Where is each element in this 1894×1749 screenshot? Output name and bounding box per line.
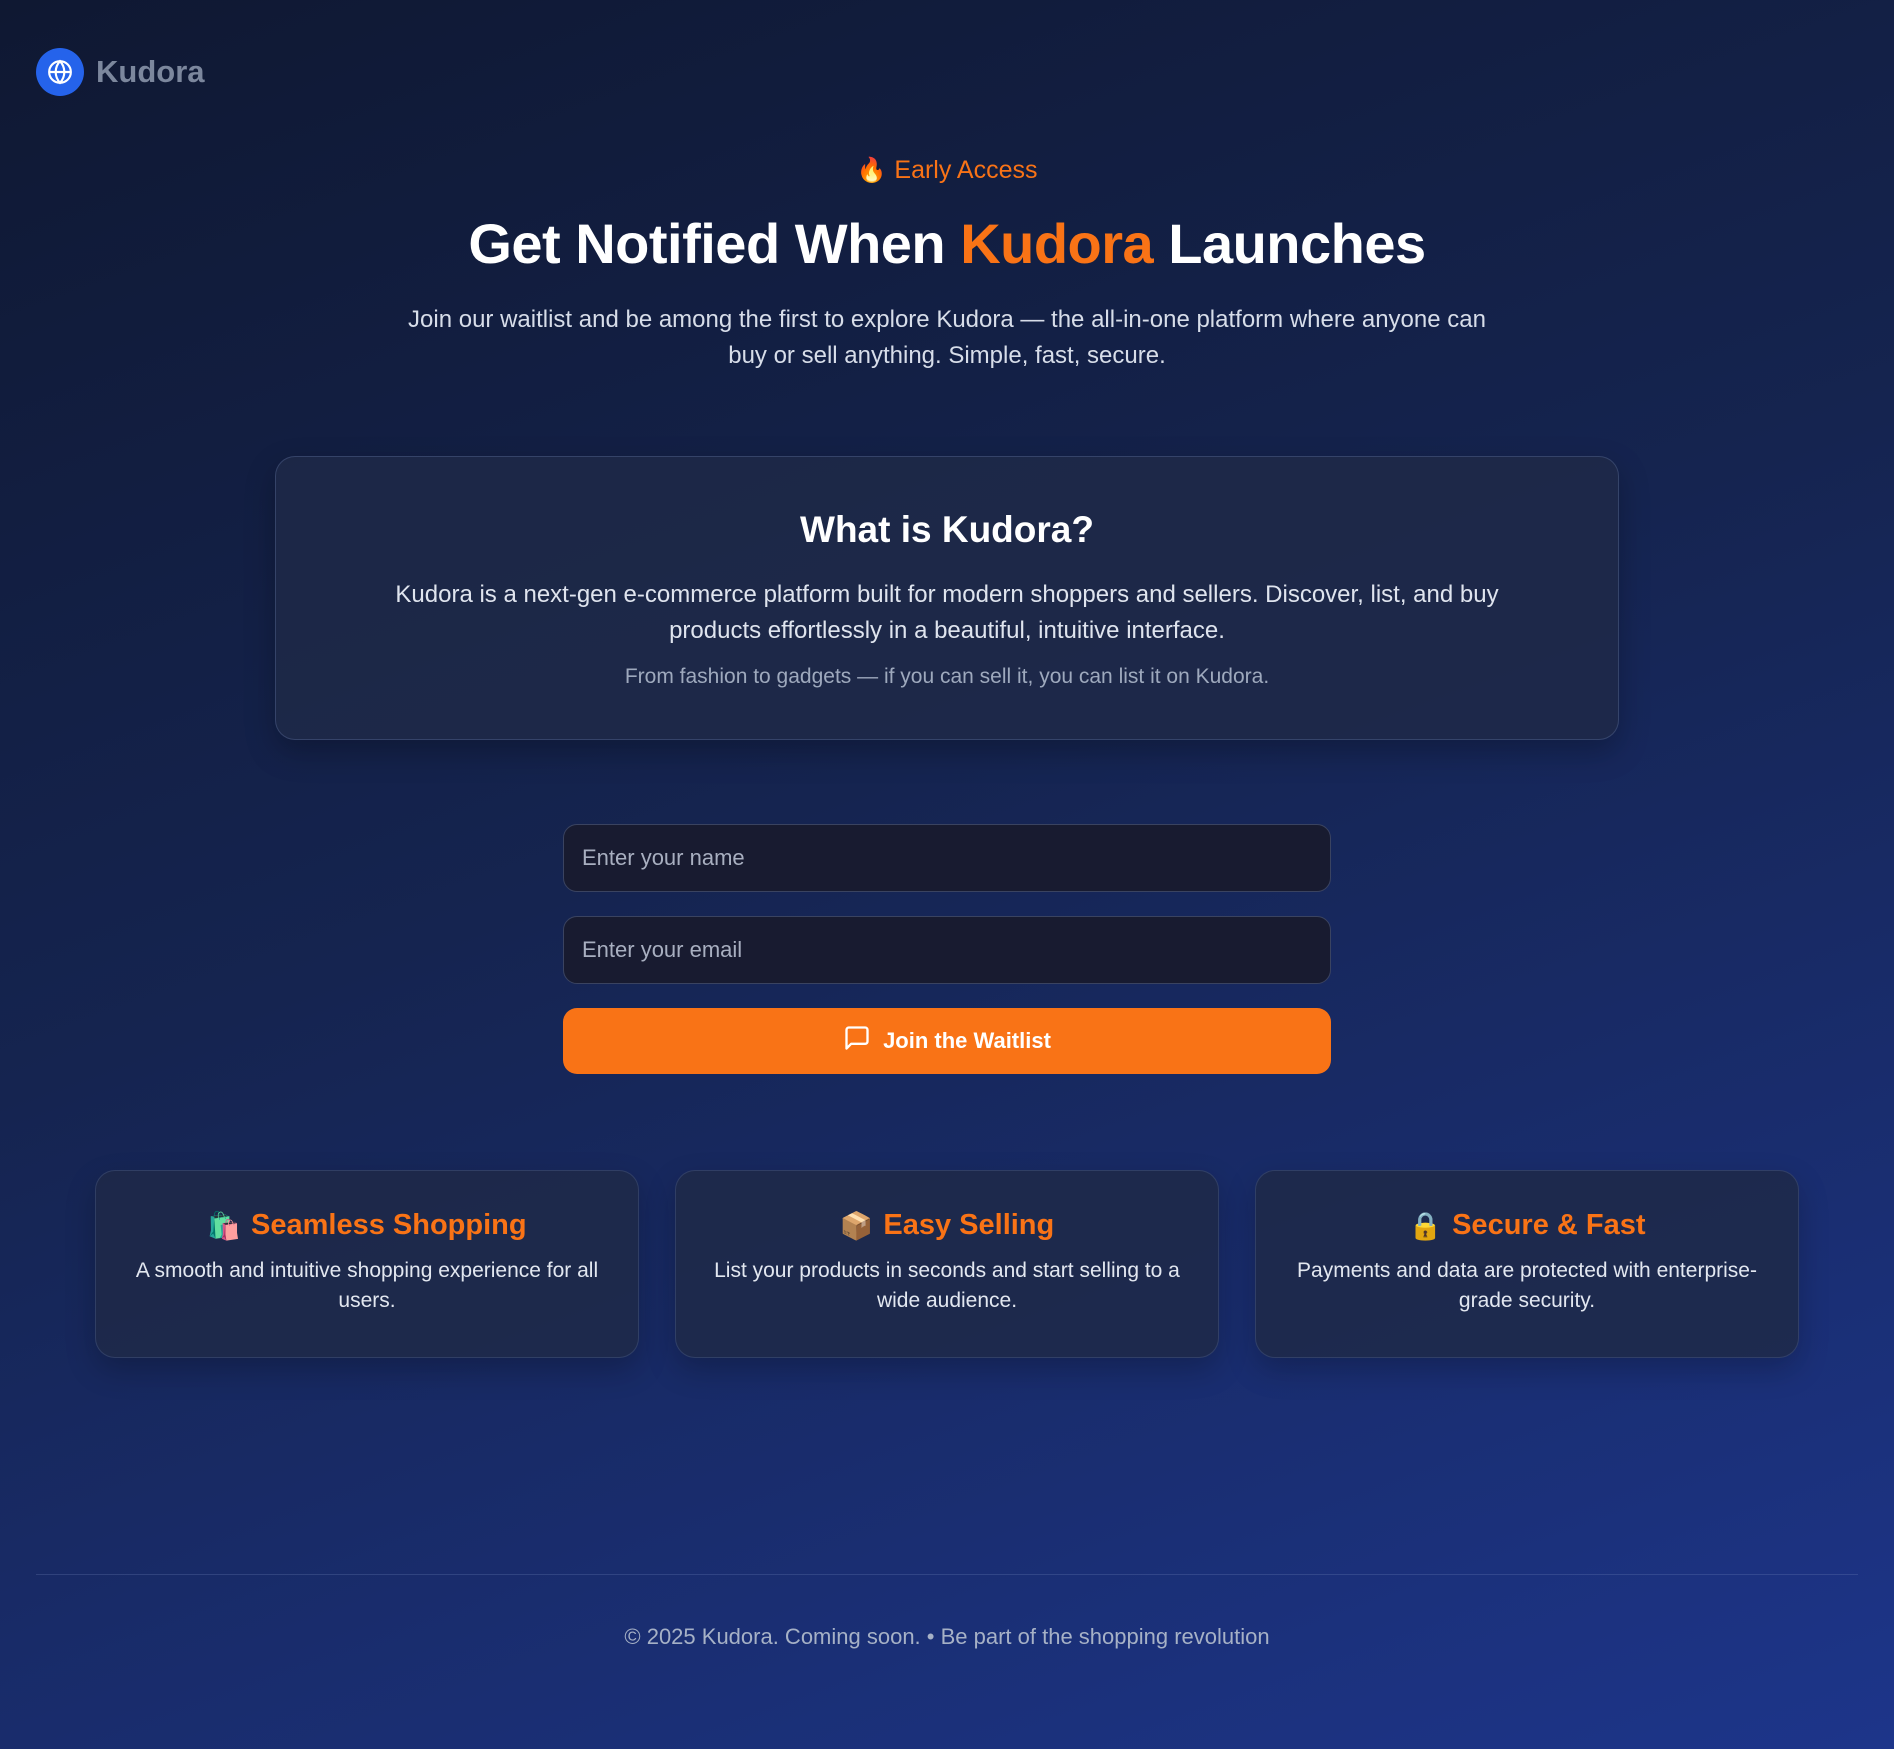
feature-card-shopping: 🛍️ Seamless Shopping A smooth and intuit…: [95, 1170, 639, 1358]
hero-subtitle: Join our waitlist and be among the first…: [408, 306, 1486, 369]
about-title: What is Kudora?: [800, 509, 1094, 550]
brand-logo[interactable]: Kudora: [36, 48, 205, 96]
feature-card-security: 🔒 Secure & Fast Payments and data are pr…: [1255, 1170, 1799, 1358]
feature-heading: 🔒 Secure & Fast: [1286, 1209, 1768, 1242]
lock-icon: 🔒: [1408, 1210, 1443, 1241]
features-list: 🛍️ Seamless Shopping A smooth and intuit…: [95, 1170, 1799, 1358]
name-input[interactable]: [563, 824, 1331, 892]
globe-icon: [36, 48, 84, 96]
title-accent: Kudora: [960, 212, 1154, 275]
feature-heading: 📦 Easy Selling: [706, 1209, 1188, 1242]
title-start: Get Notified When: [468, 212, 946, 275]
shopping-bags-icon: 🛍️: [207, 1210, 242, 1241]
about-note: From fashion to gadgets — if you can sel…: [624, 665, 1270, 688]
message-icon: [843, 1024, 871, 1058]
title-end: Launches: [1168, 212, 1426, 275]
feature-description: List your products in seconds and start …: [714, 1259, 1180, 1312]
page-title: Get Notified When Kudora Launches: [0, 211, 1894, 276]
waitlist-form: Join the Waitlist: [563, 824, 1331, 1074]
feature-title: Seamless Shopping: [251, 1209, 527, 1241]
feature-title: Easy Selling: [883, 1209, 1055, 1241]
about-description: Kudora is a next-gen e-commerce platform…: [395, 581, 1499, 644]
badge-label: Early Access: [894, 156, 1038, 184]
package-icon: 📦: [839, 1210, 874, 1241]
fire-icon: 🔥: [856, 157, 887, 184]
footer: © 2025 Kudora. Coming soon. • Be part of…: [0, 1624, 1894, 1650]
brand-name: Kudora: [96, 54, 205, 89]
early-access-badge: 🔥 Early Access: [857, 156, 1038, 185]
feature-heading: 🛍️ Seamless Shopping: [126, 1209, 608, 1242]
footer-divider: [36, 1574, 1858, 1575]
footer-text: © 2025 Kudora. Coming soon. • Be part of…: [624, 1624, 1270, 1649]
hero-section: 🔥 Early Access Get Notified When Kudora …: [0, 156, 1894, 374]
join-waitlist-button[interactable]: Join the Waitlist: [563, 1008, 1331, 1074]
join-waitlist-label: Join the Waitlist: [883, 1028, 1051, 1053]
feature-description: Payments and data are protected with ent…: [1297, 1259, 1757, 1312]
email-input[interactable]: [563, 916, 1331, 984]
feature-card-selling: 📦 Easy Selling List your products in sec…: [675, 1170, 1219, 1358]
feature-description: A smooth and intuitive shopping experien…: [135, 1259, 599, 1312]
about-card: What is Kudora? Kudora is a next-gen e-c…: [275, 456, 1619, 740]
feature-title: Secure & Fast: [1452, 1209, 1646, 1241]
